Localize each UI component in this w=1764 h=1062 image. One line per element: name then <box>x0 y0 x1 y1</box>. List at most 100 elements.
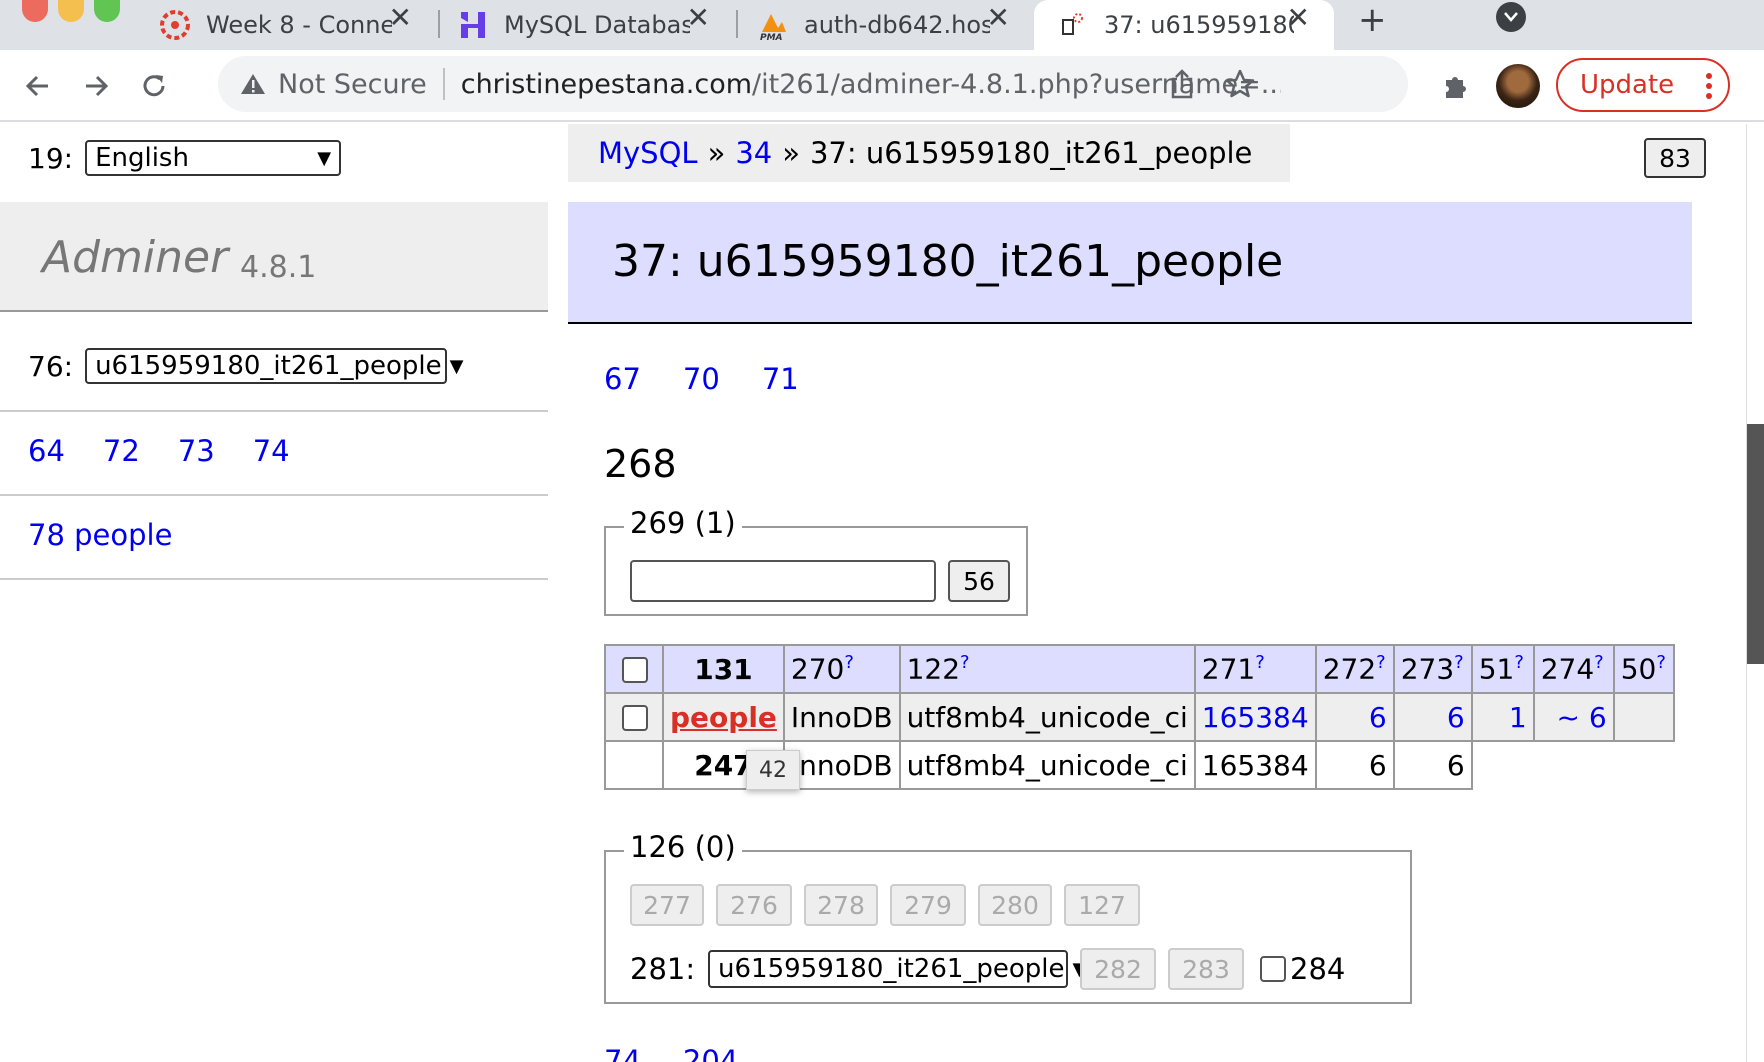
sidebar-link-sql[interactable]: 64 <box>28 434 65 468</box>
help-icon[interactable]: ? <box>844 652 854 673</box>
more-menu-icon[interactable] <box>1706 72 1712 107</box>
database-action-links: 67 70 71 <box>604 362 799 396</box>
reload-button[interactable] <box>132 64 176 108</box>
help-icon[interactable]: ? <box>1514 652 1524 673</box>
move-target-select[interactable]: u615959180_it261_people ▼ <box>708 950 1086 988</box>
browser-tab[interactable]: PMA auth-db642.hostin ✕ <box>756 0 1034 50</box>
chevron-down-icon: ▼ <box>317 147 332 169</box>
close-icon[interactable]: ✕ <box>687 0 710 34</box>
tab-title: 37: u615959180_it <box>1104 11 1294 39</box>
browser-tab-active[interactable]: 37: u615959180_it ✕ <box>1034 0 1334 50</box>
minimize-window-button[interactable] <box>58 0 84 22</box>
table-select-link[interactable]: 78 <box>28 518 65 552</box>
truncate-button[interactable]: 280 <box>978 884 1052 926</box>
rows-link[interactable]: ~ 6 <box>1557 701 1607 734</box>
col-header-data-free[interactable]: 273? <box>1392 644 1473 694</box>
adminer-icon <box>1056 8 1090 42</box>
move-button[interactable]: 282 <box>1080 948 1156 990</box>
help-icon[interactable]: ? <box>1656 652 1666 673</box>
extensions-icon[interactable] <box>1434 64 1478 108</box>
language-select[interactable]: English ▼ <box>85 140 342 176</box>
optimize-button[interactable]: 276 <box>716 884 792 926</box>
logout-button[interactable]: 83 <box>1644 138 1706 178</box>
database-value: u615959180_it261_people <box>95 351 442 381</box>
col-header-auto-increment[interactable]: 51? <box>1470 644 1535 694</box>
overwrite-checkbox[interactable] <box>1260 956 1286 982</box>
bottom-link[interactable]: 74 <box>604 1044 641 1062</box>
col-header-table[interactable]: 131 <box>662 644 785 694</box>
repair-button[interactable]: 279 <box>890 884 966 926</box>
bookmark-star-icon[interactable] <box>1224 68 1256 100</box>
comment-cell <box>1612 692 1675 742</box>
analyze-button[interactable]: 277 <box>630 884 704 926</box>
breadcrumb-server[interactable]: 34 <box>735 136 772 170</box>
help-icon[interactable]: ? <box>1594 652 1604 673</box>
close-icon[interactable]: ✕ <box>389 0 412 34</box>
move-target-value: u615959180_it261_people <box>718 954 1065 984</box>
close-icon[interactable]: ✕ <box>1287 0 1310 34</box>
new-tab-button[interactable]: + <box>1358 0 1387 40</box>
help-icon[interactable]: ? <box>960 652 970 673</box>
data-length-cell: 165384 <box>1193 692 1317 742</box>
search-input[interactable] <box>630 560 936 602</box>
drop-button[interactable]: 127 <box>1064 884 1140 926</box>
sidebar-divider <box>0 410 548 412</box>
svg-text:PMA: PMA <box>760 33 783 42</box>
col-header-engine[interactable]: 270? <box>782 644 901 694</box>
col-header-index-length[interactable]: 272? <box>1314 644 1395 694</box>
bottom-link[interactable]: 204 <box>683 1044 738 1062</box>
engine-cell: InnoDB <box>782 692 901 742</box>
address-bar[interactable]: Not Secure christinepestana.com/it261/ad… <box>218 56 1408 112</box>
security-indicator[interactable]: Not Secure <box>240 69 427 100</box>
back-button[interactable] <box>16 64 60 108</box>
help-icon[interactable]: ? <box>1376 652 1386 673</box>
privileges-link[interactable]: 71 <box>762 362 799 396</box>
help-icon[interactable]: ? <box>1454 652 1464 673</box>
row-checkbox[interactable] <box>622 705 648 731</box>
canvas-icon <box>158 8 192 42</box>
data-length-link[interactable]: 165384 <box>1202 701 1309 734</box>
browser-tab[interactable]: Week 8 - Connect ✕ <box>158 0 436 50</box>
app-name-link[interactable]: Adminer <box>42 232 228 283</box>
url-text[interactable]: christinepestana.com/it261/adminer-4.8.1… <box>461 69 1281 100</box>
sidebar-link-import[interactable]: 72 <box>103 434 140 468</box>
table-structure-link[interactable]: people <box>74 518 172 552</box>
alter-database-link[interactable]: 67 <box>604 362 641 396</box>
col-header-rows[interactable]: 274? <box>1532 644 1615 694</box>
share-icon[interactable] <box>1166 68 1198 100</box>
table-name-link[interactable]: people <box>670 701 777 734</box>
update-button[interactable]: Update <box>1556 58 1730 112</box>
browser-tab[interactable]: MySQL Databases ✕ <box>456 0 734 50</box>
index-length-link[interactable]: 6 <box>1369 701 1387 734</box>
table-header-row: 131 270? 122? 271? 272? 273? 51? 274? 50… <box>604 644 1675 694</box>
url-path: /it261/adminer-4.8.1.php?username=... <box>752 68 1281 100</box>
database-select[interactable]: u615959180_it261_people ▼ <box>85 348 463 384</box>
total-index-length: 6 <box>1314 740 1395 790</box>
table-name-cell: people <box>662 692 785 742</box>
forward-button[interactable] <box>74 64 118 108</box>
breadcrumb-driver[interactable]: MySQL <box>598 136 698 170</box>
col-header-data-length[interactable]: 271? <box>1193 644 1317 694</box>
update-label: Update <box>1580 70 1675 100</box>
language-label: 19: <box>28 141 74 175</box>
tab-search-button[interactable] <box>1496 2 1526 32</box>
database-schema-link[interactable]: 70 <box>683 362 720 396</box>
avatar[interactable] <box>1496 64 1540 108</box>
auto-increment-link[interactable]: 1 <box>1509 701 1527 734</box>
arrow-right-icon <box>86 75 109 97</box>
col-header-comment[interactable]: 50? <box>1612 644 1675 694</box>
copy-button[interactable]: 283 <box>1168 948 1244 990</box>
total-engine: InnoDB <box>782 740 901 790</box>
close-icon[interactable]: ✕ <box>987 0 1010 34</box>
select-all-checkbox[interactable] <box>622 657 648 683</box>
sidebar-link-create-table[interactable]: 74 <box>253 434 290 468</box>
search-button[interactable]: 56 <box>948 560 1010 602</box>
sidebar-divider <box>0 578 548 580</box>
data-free-link[interactable]: 6 <box>1447 701 1465 734</box>
sidebar-link-export[interactable]: 73 <box>178 434 215 468</box>
maximize-window-button[interactable] <box>94 0 120 22</box>
close-window-button[interactable] <box>22 0 48 22</box>
help-icon[interactable]: ? <box>1255 652 1265 673</box>
col-header-collation[interactable]: 122? <box>898 644 1196 694</box>
check-button[interactable]: 278 <box>804 884 878 926</box>
